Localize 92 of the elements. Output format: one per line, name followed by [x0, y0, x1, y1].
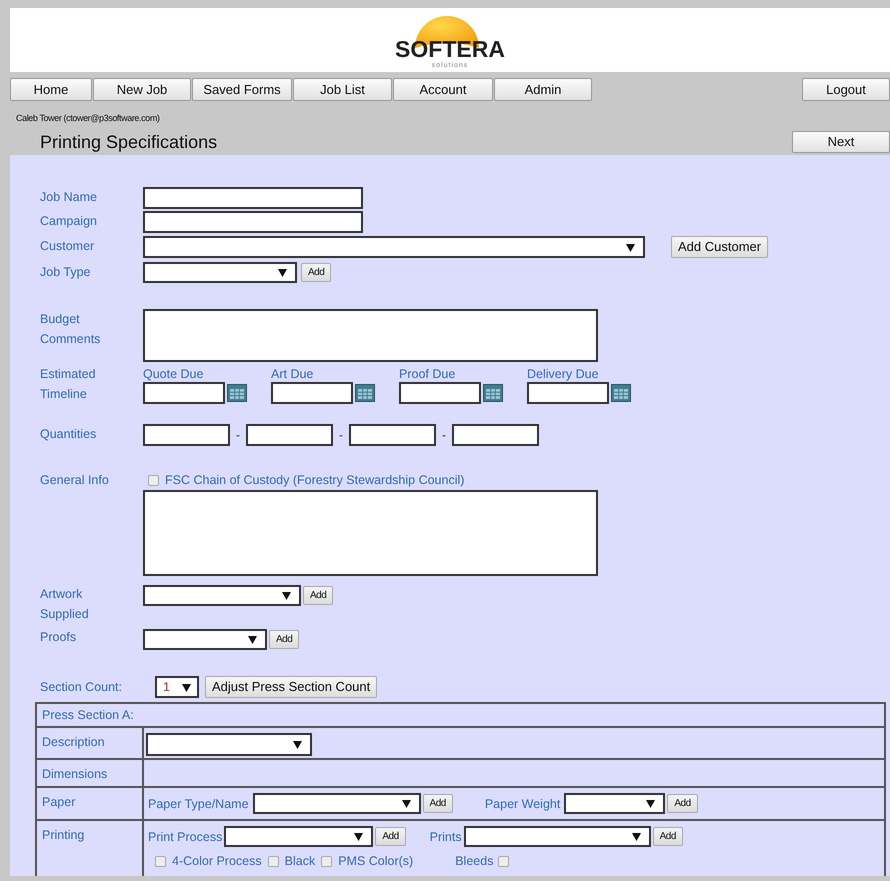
caret-icon	[282, 591, 291, 600]
caret-icon	[646, 799, 656, 808]
user-info: Caleb Tower (ctower@p3software.com)	[16, 112, 160, 126]
nav-button[interactable]: Saved Forms	[192, 78, 292, 101]
field-label: Prints	[430, 828, 462, 846]
date-label: Quote Due	[143, 366, 204, 382]
calendar-icon[interactable]	[483, 384, 503, 402]
row-label: Dimensions	[42, 766, 108, 783]
dropdown[interactable]	[224, 826, 374, 847]
nav-button[interactable]: Home	[10, 78, 92, 101]
add-button[interactable]: Add	[667, 794, 698, 813]
checkbox-label: 4-Color Process	[172, 853, 262, 870]
nav-button[interactable]: Admin	[494, 78, 592, 101]
nav-button[interactable]: Job List	[293, 78, 392, 101]
add-button[interactable]: Add	[303, 586, 334, 605]
date-label: Delivery Due	[527, 366, 600, 382]
add-customer-button[interactable]: Add Customer	[671, 236, 768, 258]
add-button[interactable]: Add	[301, 263, 332, 282]
dropdown[interactable]	[143, 629, 267, 650]
field-label: Print Process	[148, 828, 222, 846]
checkbox[interactable]	[268, 856, 279, 866]
info-textarea[interactable]	[143, 490, 598, 576]
add-button[interactable]: Add	[375, 827, 406, 846]
input-field[interactable]	[527, 382, 609, 404]
input-field[interactable]	[271, 382, 353, 404]
input-field[interactable]	[143, 382, 225, 404]
nav-button[interactable]: New Job	[93, 78, 191, 101]
row-label: Paper	[42, 794, 76, 811]
field-label: Customer	[40, 238, 96, 255]
caret-icon	[402, 799, 411, 808]
caret-icon	[632, 832, 641, 841]
date-label: Art Due	[271, 366, 314, 382]
input-field[interactable]	[246, 424, 333, 446]
add-button[interactable]: Add	[269, 630, 300, 649]
caret-icon	[182, 682, 191, 692]
field-label: Section Count:	[40, 679, 123, 696]
field-label: Job Type	[40, 264, 92, 281]
field-label: Artwork Supplied	[40, 586, 90, 623]
caret-icon	[626, 242, 635, 252]
checkbox-label: PMS Color(s)	[338, 853, 414, 870]
row-label: Description	[42, 734, 106, 751]
input-field[interactable]	[143, 424, 230, 446]
date-label: Proof Due	[399, 366, 456, 382]
dropdown[interactable]	[464, 826, 651, 847]
dropdown[interactable]	[564, 793, 666, 814]
checkbox-label: Bleeds	[455, 853, 494, 870]
calendar-icon[interactable]	[611, 384, 631, 402]
row-label: Printing	[42, 827, 86, 844]
input-field[interactable]	[143, 187, 363, 209]
dropdown[interactable]	[143, 262, 297, 283]
separator: -	[236, 427, 240, 444]
separator: -	[442, 427, 446, 444]
caret-icon	[278, 268, 287, 277]
field-label: Quantities	[40, 426, 98, 443]
field-label: Job Name	[40, 189, 98, 206]
dropdown[interactable]	[143, 585, 301, 606]
logout-button[interactable]: Logout	[802, 78, 890, 101]
section-title: Press Section A:	[42, 707, 134, 724]
field-label: General Info	[40, 472, 110, 489]
dropdown[interactable]	[252, 793, 421, 814]
next-button[interactable]: Next	[792, 131, 890, 153]
input-field[interactable]	[452, 424, 539, 446]
section-count-dropdown[interactable]: 1	[155, 676, 199, 698]
caret-icon	[354, 832, 364, 841]
page-title: Printing Specifications	[40, 130, 218, 154]
checkbox-label: FSC Chain of Custody (Forestry Stewardship Council)	[165, 472, 464, 489]
calendar-icon[interactable]	[227, 384, 247, 402]
field-label: Budget Comments	[40, 311, 102, 348]
dropdown[interactable]	[143, 236, 645, 258]
input-field[interactable]	[399, 382, 481, 404]
checkbox-label: Black	[284, 853, 316, 870]
caret-icon	[248, 635, 257, 644]
checkbox[interactable]	[155, 856, 166, 866]
checkbox[interactable]	[498, 856, 510, 866]
separator: -	[339, 427, 343, 444]
caret-icon	[293, 740, 302, 749]
dropdown[interactable]	[146, 733, 312, 756]
nav-button[interactable]: Account	[393, 78, 493, 101]
field-label: Campaign	[40, 213, 98, 230]
checkbox[interactable]	[148, 474, 159, 486]
add-button[interactable]: Add	[422, 794, 453, 813]
add-button[interactable]: Add	[652, 827, 683, 846]
input-field[interactable]	[349, 424, 436, 446]
field-label: Proofs	[40, 629, 78, 646]
field-label: Paper Type/Name	[148, 796, 249, 813]
checkbox[interactable]	[321, 856, 332, 866]
adjust-section-count-button[interactable]: Adjust Press Section Count	[205, 676, 378, 698]
field-label: Paper Weight	[484, 796, 560, 813]
comments-textarea[interactable]	[143, 309, 598, 362]
calendar-icon[interactable]	[355, 384, 375, 402]
field-label: Estimated Timeline	[40, 366, 97, 403]
input-field[interactable]	[143, 211, 363, 233]
